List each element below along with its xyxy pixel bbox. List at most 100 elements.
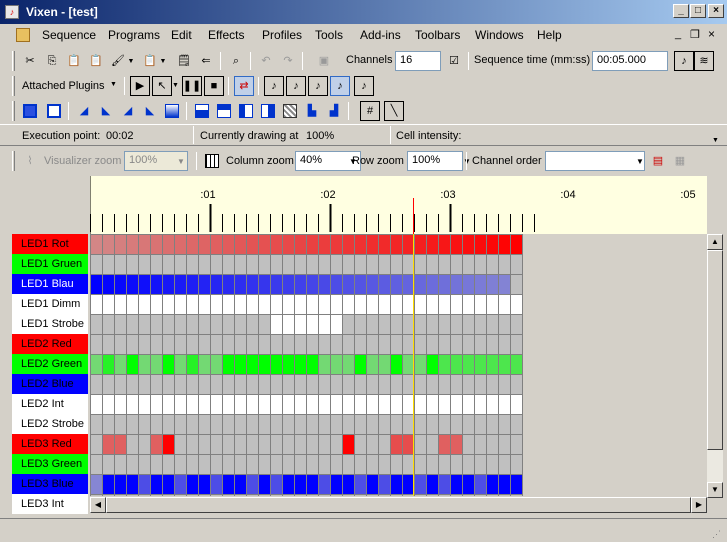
grid-cell[interactable] [282, 334, 294, 354]
grid-cell[interactable] [222, 394, 234, 414]
grid-cell[interactable] [246, 314, 258, 334]
grid-cell[interactable] [306, 254, 318, 274]
grid-cell[interactable] [318, 394, 330, 414]
grid-cell[interactable] [234, 374, 246, 394]
grid-cell[interactable] [342, 434, 354, 454]
grid-cell[interactable] [510, 374, 522, 394]
grid-cell[interactable] [366, 394, 378, 414]
grid-cell[interactable] [102, 394, 114, 414]
grid-cell[interactable] [222, 294, 234, 314]
grid-cell[interactable] [450, 234, 462, 254]
menu-edit[interactable]: Edit [171, 28, 192, 42]
grid-cell[interactable] [390, 434, 402, 454]
grid-cell[interactable] [198, 374, 210, 394]
grid-cell[interactable] [426, 414, 438, 434]
grid-cell[interactable] [402, 314, 414, 334]
grid-cell[interactable] [258, 274, 270, 294]
grid-cell[interactable] [138, 234, 150, 254]
grid-cell[interactable] [198, 434, 210, 454]
grid-cell[interactable] [126, 314, 138, 334]
grid-cell[interactable] [342, 234, 354, 254]
channel-row-header[interactable]: LED3 Green [12, 454, 88, 474]
grid-cell[interactable] [150, 234, 162, 254]
grid-cell[interactable] [114, 254, 126, 274]
grid-cell[interactable] [102, 454, 114, 474]
grid-cell[interactable] [222, 354, 234, 374]
grid-cell[interactable] [162, 454, 174, 474]
grid-cell[interactable] [234, 414, 246, 434]
grid-cell[interactable] [270, 374, 282, 394]
grid-cell[interactable] [126, 474, 138, 494]
grid-cell[interactable] [354, 234, 366, 254]
grid-cell[interactable] [474, 314, 486, 334]
grid-cell[interactable] [306, 434, 318, 454]
grid-cell[interactable] [426, 294, 438, 314]
grid-cell[interactable] [210, 294, 222, 314]
grid-cell[interactable] [162, 254, 174, 274]
grid-cell[interactable] [234, 274, 246, 294]
grid-cell[interactable] [294, 374, 306, 394]
grid-cell[interactable] [378, 454, 390, 474]
grid-cell[interactable] [90, 234, 102, 254]
grid-cell[interactable] [294, 474, 306, 494]
grid-cell[interactable] [198, 414, 210, 434]
grid-cell[interactable] [294, 454, 306, 474]
grid-cell[interactable] [498, 454, 510, 474]
channel-row-header[interactable]: LED3 Int [12, 494, 88, 514]
grid-cell[interactable] [162, 414, 174, 434]
grid-cell[interactable] [450, 314, 462, 334]
grid-cell[interactable] [258, 314, 270, 334]
grid-cell[interactable] [486, 374, 498, 394]
grid-cell[interactable] [198, 454, 210, 474]
grid-cell[interactable] [114, 294, 126, 314]
grid-cell[interactable] [102, 354, 114, 374]
channel-row-header[interactable]: LED3 Blue [12, 474, 88, 494]
grid-cell[interactable] [162, 294, 174, 314]
grid-cell[interactable] [378, 434, 390, 454]
grid-cell[interactable] [102, 374, 114, 394]
grid-cell[interactable] [498, 374, 510, 394]
grid-cell[interactable] [474, 474, 486, 494]
partial-ramp-down-icon[interactable]: ◣ [140, 101, 160, 121]
grid-cell[interactable] [342, 374, 354, 394]
undo-export-icon[interactable]: ⇐ [196, 51, 216, 71]
grid-cell[interactable] [210, 254, 222, 274]
grid-cell[interactable] [498, 334, 510, 354]
grid-cell[interactable] [186, 414, 198, 434]
grid-cell[interactable] [186, 354, 198, 374]
grid-cell[interactable] [366, 314, 378, 334]
grid-cell[interactable] [474, 454, 486, 474]
grid-cell[interactable] [426, 454, 438, 474]
grid-cell[interactable] [474, 414, 486, 434]
grid-cell[interactable] [426, 394, 438, 414]
grid-cell[interactable] [294, 334, 306, 354]
grid-cell[interactable] [126, 454, 138, 474]
grid-cell[interactable] [210, 374, 222, 394]
grid-cell[interactable] [162, 234, 174, 254]
menu-profiles[interactable]: Profiles [262, 28, 302, 42]
grid-cell[interactable] [198, 274, 210, 294]
grid-cell[interactable] [210, 274, 222, 294]
grid-cell[interactable] [342, 254, 354, 274]
grid-cell[interactable] [270, 414, 282, 434]
grid-cell[interactable] [150, 394, 162, 414]
grid-cell[interactable] [414, 274, 426, 294]
grid-cell[interactable] [498, 354, 510, 374]
grid-cell[interactable] [174, 434, 186, 454]
grid-cell[interactable] [90, 314, 102, 334]
timeline-ruler[interactable] [90, 176, 707, 234]
menu-programs[interactable]: Programs [108, 28, 160, 42]
grid-cell[interactable] [234, 454, 246, 474]
grid-cell[interactable] [462, 354, 474, 374]
grid-cell[interactable] [282, 294, 294, 314]
grid-cell[interactable] [414, 374, 426, 394]
grid-cell[interactable] [102, 254, 114, 274]
grid-cell[interactable] [138, 434, 150, 454]
grid-cell[interactable] [174, 394, 186, 414]
minimize-icon[interactable]: _ [673, 4, 689, 18]
grid-cell[interactable] [126, 414, 138, 434]
grid-cell[interactable] [258, 414, 270, 434]
grid-cell[interactable] [258, 354, 270, 374]
toolbar-grip[interactable] [12, 101, 15, 121]
grid-cell[interactable] [378, 234, 390, 254]
